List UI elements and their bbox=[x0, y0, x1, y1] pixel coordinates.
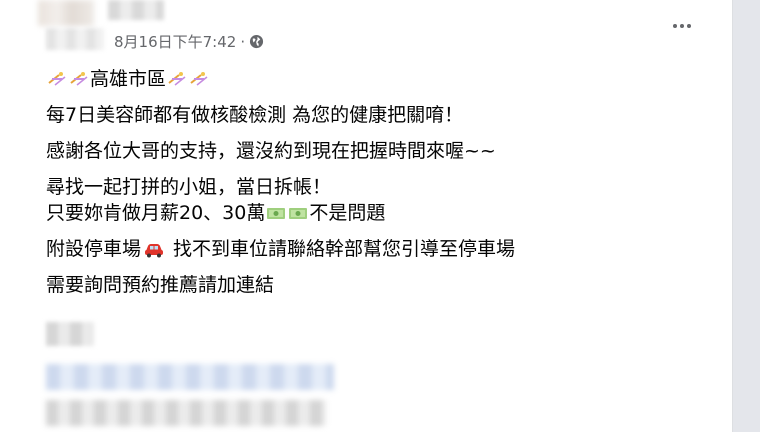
car-emoji bbox=[145, 244, 164, 258]
parking-suffix: 找不到車位請聯絡幹部幫您引導至停車場 bbox=[167, 238, 516, 260]
meta-separator: · bbox=[240, 32, 246, 51]
contact-line: 需要詢問預約推薦請加連結 bbox=[46, 274, 275, 296]
covid-test-line: 每7日美容師都有做核酸檢測 為您的健康把關唷！ bbox=[46, 104, 464, 126]
author-name-blurred-2 bbox=[46, 28, 104, 50]
post-timestamp[interactable]: 8月16日下午7:42 bbox=[114, 31, 236, 52]
page-background bbox=[733, 0, 760, 432]
location-line: 高雄市區 bbox=[46, 66, 706, 92]
parking-line: 附設停車場 找不到車位請聯絡幹部幫您引導至停車場 bbox=[46, 236, 706, 262]
globe-icon[interactable] bbox=[249, 34, 264, 49]
banknote-emoji bbox=[289, 208, 308, 219]
seeking-line: 尋找一起打拼的小姐，當日拆帳！ bbox=[46, 176, 332, 198]
thanks-line: 感謝各位大哥的支持，還沒約到現在把握時間來喔~~ bbox=[46, 140, 496, 162]
salary-text: 只要妳肯做月薪20、30萬 bbox=[46, 202, 266, 224]
author-avatar-blurred[interactable] bbox=[38, 0, 94, 26]
banknote-emoji bbox=[267, 208, 286, 219]
redacted-content bbox=[46, 322, 94, 346]
sparkles-emoji bbox=[168, 72, 186, 86]
post-meta: 8月16日下午7:42 · bbox=[114, 31, 264, 52]
post-card: 8月16日下午7:42 · 高雄市區 每7日美容師都有做核酸檢測 為您的健康把關… bbox=[0, 0, 733, 432]
redacted-content bbox=[46, 400, 326, 426]
post-body: 高雄市區 每7日美容師都有做核酸檢測 為您的健康把關唷！ 感謝各位大哥的支持，還… bbox=[46, 66, 706, 298]
parking-text: 附設停車場 bbox=[46, 238, 142, 260]
sparkles-emoji bbox=[190, 72, 208, 86]
salary-suffix: 不是問題 bbox=[309, 202, 386, 224]
more-options-button[interactable] bbox=[664, 14, 700, 38]
sparkles-emoji bbox=[48, 72, 66, 86]
redacted-link[interactable] bbox=[46, 364, 334, 390]
more-horizontal-icon bbox=[673, 24, 677, 28]
author-name-blurred[interactable] bbox=[108, 0, 164, 20]
location-text: 高雄市區 bbox=[90, 68, 167, 90]
salary-line: 只要妳肯做月薪20、30萬 不是問題 bbox=[46, 200, 706, 226]
sparkles-emoji bbox=[70, 72, 88, 86]
